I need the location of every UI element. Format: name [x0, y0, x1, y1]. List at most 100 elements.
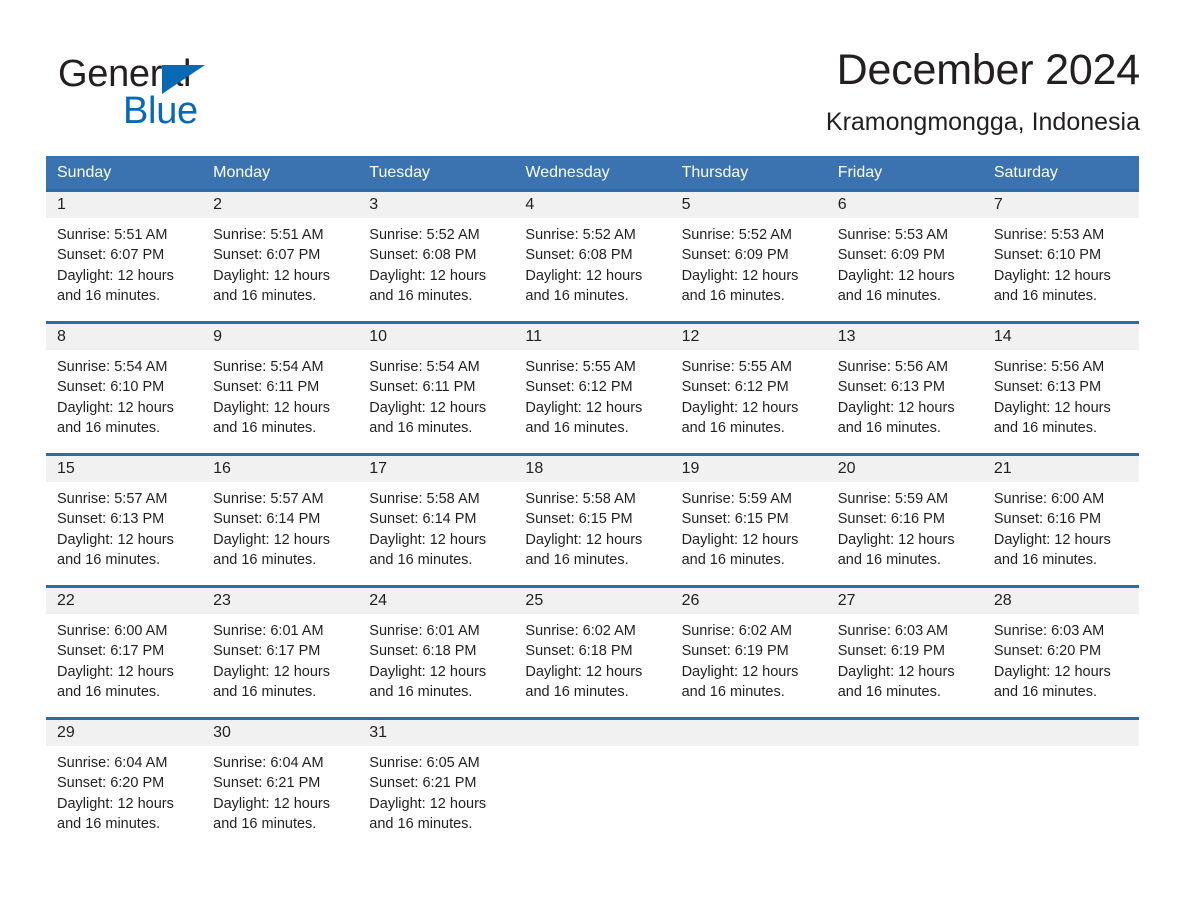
sunset-text: Sunset: 6:15 PM [681, 511, 789, 528]
sunset-text: Sunset: 6:15 PM [525, 511, 633, 528]
day-cell[interactable]: 16 Sunrise: 5:57 AM Sunset: 6:14 PM Dayligh… [202, 456, 359, 585]
sunset-text: Sunset: 6:21 PM [369, 775, 477, 792]
day-cell[interactable]: 3 Sunrise: 5:52 AM Sunset: 6:08 PM Daylight… [358, 192, 515, 321]
sunset-text: Sunset: 6:14 PM [213, 511, 321, 528]
day-number-band: 17 [358, 456, 515, 482]
day-cell[interactable]: 13 Sunrise: 5:56 AM Sunset: 6:13 PM Dayligh… [826, 324, 983, 453]
daylight-text: Daylight: 12 hours and 16 minutes. [213, 267, 331, 304]
weekday-header-row: Sunday Monday Tuesday Wednesday Thursday… [46, 156, 1139, 189]
day-cell[interactable]: 1 Sunrise: 5:51 AM Sunset: 6:07 PM Daylight… [46, 192, 203, 321]
day-cell[interactable]: 27 Sunrise: 6:03 AM Sunset: 6:19 PM Dayligh… [826, 588, 983, 717]
day-cell[interactable]: 26 Sunrise: 6:02 AM Sunset: 6:19 PM Dayligh… [670, 588, 827, 717]
day-number: 4 [525, 196, 535, 213]
sunrise-text: Sunrise: 5:56 AM [993, 359, 1105, 375]
day-cell[interactable]: 29 Sunrise: 6:04 AM Sunset: 6:20 PM Dayligh… [46, 720, 203, 849]
day-details: Sunrise: 5:59 AM Sunset: 6:16 PM Daylight:… [827, 482, 983, 570]
calendar-week-row: 8 Sunrise: 5:54 AM Sunset: 6:10 PM Daylight… [46, 321, 1139, 453]
day-cell[interactable]: 4 Sunrise: 5:52 AM Sunset: 6:08 PM Daylight… [514, 192, 671, 321]
day-cell[interactable]: 18 Sunrise: 5:58 AM Sunset: 6:15 PM Dayligh… [514, 456, 671, 585]
day-cell[interactable]: 12 Sunrise: 5:55 AM Sunset: 6:12 PM Dayligh… [670, 324, 827, 453]
sunrise-text: Sunrise: 6:00 AM [57, 623, 168, 639]
day-number: 31 [369, 724, 388, 741]
day-cell[interactable]: 22 Sunrise: 6:00 AM Sunset: 6:17 PM Dayligh… [46, 588, 203, 717]
sunrise-text: Sunrise: 5:53 AM [993, 227, 1105, 243]
day-cell[interactable]: 17 Sunrise: 5:58 AM Sunset: 6:14 PM Dayligh… [358, 456, 515, 585]
daylight-text: Daylight: 12 hours and 16 minutes. [57, 531, 174, 568]
day-number-band: 11 [514, 324, 671, 350]
day-number-band: 12 [670, 324, 827, 350]
day-number: 9 [213, 328, 223, 345]
day-number-band: 15 [46, 456, 203, 482]
sunset-text: Sunset: 6:16 PM [837, 511, 945, 528]
sunset-text: Sunset: 6:20 PM [993, 643, 1102, 660]
day-cell[interactable]: 10 Sunrise: 5:54 AM Sunset: 6:11 PM Dayligh… [358, 324, 515, 453]
day-cell[interactable]: 5 Sunrise: 5:52 AM Sunset: 6:09 PM Daylight… [670, 192, 827, 321]
daylight-text: Daylight: 12 hours and 16 minutes. [993, 267, 1111, 304]
day-number-band: 16 [202, 456, 359, 482]
day-details: Sunrise: 5:52 AM Sunset: 6:08 PM Daylight:… [358, 218, 514, 306]
sunset-text: Sunset: 6:12 PM [525, 379, 633, 396]
daylight-text: Daylight: 12 hours and 16 minutes. [993, 663, 1111, 700]
day-cell-empty [982, 720, 1139, 849]
sunrise-text: Sunrise: 5:59 AM [681, 491, 792, 507]
weekday-header-friday: Friday [837, 164, 883, 181]
sunset-text: Sunset: 6:11 PM [369, 379, 476, 396]
sunrise-text: Sunrise: 6:05 AM [369, 755, 480, 771]
day-cell[interactable]: 6 Sunrise: 5:53 AM Sunset: 6:09 PM Daylight… [826, 192, 983, 321]
day-cell[interactable]: 19 Sunrise: 5:59 AM Sunset: 6:15 PM Dayligh… [670, 456, 827, 585]
sunset-text: Sunset: 6:07 PM [213, 247, 321, 264]
calendar-week-row: 29 Sunrise: 6:04 AM Sunset: 6:20 PM Dayligh… [46, 717, 1139, 849]
day-cell[interactable]: 25 Sunrise: 6:02 AM Sunset: 6:18 PM Dayligh… [514, 588, 671, 717]
sunrise-text: Sunrise: 6:02 AM [681, 623, 792, 639]
day-number: 13 [837, 328, 856, 345]
day-number: 12 [681, 328, 700, 345]
day-cell[interactable]: 30 Sunrise: 6:04 AM Sunset: 6:21 PM Dayligh… [202, 720, 359, 849]
title-block: December 2024 Kramongmongga, Indonesia [826, 44, 1140, 136]
day-cell[interactable]: 20 Sunrise: 5:59 AM Sunset: 6:16 PM Dayligh… [826, 456, 983, 585]
sunrise-text: Sunrise: 5:58 AM [369, 491, 480, 507]
day-details: Sunrise: 6:01 AM Sunset: 6:18 PM Daylight:… [358, 614, 514, 702]
daylight-text: Daylight: 12 hours and 16 minutes. [837, 399, 955, 436]
day-cell-empty [670, 720, 827, 849]
day-cell[interactable]: 15 Sunrise: 5:57 AM Sunset: 6:13 PM Dayligh… [46, 456, 203, 585]
day-number: 24 [369, 592, 388, 609]
day-number: 5 [681, 196, 691, 213]
sunset-text: Sunset: 6:08 PM [525, 247, 633, 264]
day-cell[interactable]: 23 Sunrise: 6:01 AM Sunset: 6:17 PM Dayligh… [202, 588, 359, 717]
day-number-band: 25 [514, 588, 671, 614]
day-cell[interactable]: 28 Sunrise: 6:03 AM Sunset: 6:20 PM Dayligh… [982, 588, 1139, 717]
day-cell[interactable]: 31 Sunrise: 6:05 AM Sunset: 6:21 PM Dayligh… [358, 720, 515, 849]
day-number: 2 [213, 196, 223, 213]
day-cell[interactable]: 9 Sunrise: 5:54 AM Sunset: 6:11 PM Daylight… [202, 324, 359, 453]
day-cell[interactable]: 24 Sunrise: 6:01 AM Sunset: 6:18 PM Dayligh… [358, 588, 515, 717]
sunrise-text: Sunrise: 6:01 AM [213, 623, 324, 639]
sunset-text: Sunset: 6:18 PM [369, 643, 477, 660]
day-number: 3 [369, 196, 379, 213]
sunset-text: Sunset: 6:10 PM [993, 247, 1102, 264]
weekday-header-tuesday: Tuesday [369, 164, 431, 181]
daylight-text: Daylight: 12 hours and 16 minutes. [369, 795, 487, 832]
day-cell[interactable]: 7 Sunrise: 5:53 AM Sunset: 6:10 PM Daylight… [982, 192, 1139, 321]
day-cell[interactable]: 14 Sunrise: 5:56 AM Sunset: 6:13 PM Dayligh… [982, 324, 1139, 453]
day-cell[interactable]: 8 Sunrise: 5:54 AM Sunset: 6:10 PM Daylight… [46, 324, 203, 453]
day-number: 21 [993, 460, 1012, 477]
day-cell[interactable]: 2 Sunrise: 5:51 AM Sunset: 6:07 PM Daylight… [202, 192, 359, 321]
day-cell[interactable]: 21 Sunrise: 6:00 AM Sunset: 6:16 PM Dayligh… [982, 456, 1139, 585]
day-cell[interactable]: 11 Sunrise: 5:55 AM Sunset: 6:12 PM Dayligh… [514, 324, 671, 453]
generalblue-logo[interactable]: General Blue [58, 54, 358, 140]
weekday-header-wednesday: Wednesday [525, 164, 610, 181]
day-number-band: 10 [358, 324, 515, 350]
day-cell-empty [514, 720, 671, 849]
sunrise-text: Sunrise: 6:00 AM [993, 491, 1105, 507]
day-details: Sunrise: 6:02 AM Sunset: 6:19 PM Daylight:… [671, 614, 827, 702]
day-number-band: 6 [826, 192, 983, 218]
day-number: 15 [57, 460, 75, 477]
daylight-text: Daylight: 12 hours and 16 minutes. [525, 399, 643, 436]
day-details: Sunrise: 6:00 AM Sunset: 6:17 PM Daylight:… [46, 614, 202, 702]
calendar-page: General Blue December 2024 Kramongmongga… [0, 0, 1188, 918]
day-number-band: 24 [358, 588, 515, 614]
sunset-text: Sunset: 6:08 PM [369, 247, 477, 264]
day-details: Sunrise: 5:59 AM Sunset: 6:15 PM Daylight:… [671, 482, 827, 570]
day-number: 25 [525, 592, 544, 609]
day-details: Sunrise: 6:02 AM Sunset: 6:18 PM Daylight:… [514, 614, 670, 702]
